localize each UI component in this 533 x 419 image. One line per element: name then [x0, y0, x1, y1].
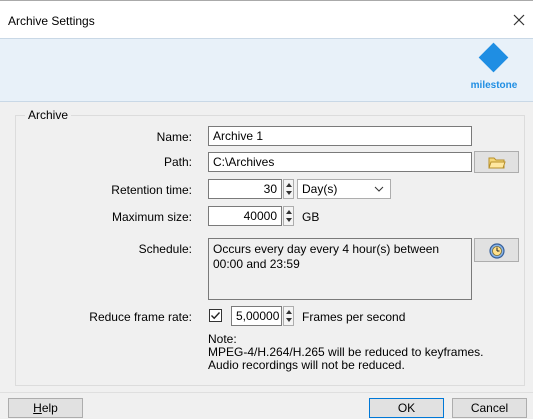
schedule-icon — [488, 243, 505, 259]
help-label-rest: elp — [41, 401, 58, 415]
frame-rate-spinner[interactable] — [283, 306, 294, 326]
logo-text: milestone — [470, 80, 518, 91]
max-size-spinner[interactable] — [283, 206, 294, 226]
path-field[interactable]: C:\Archives — [208, 152, 472, 172]
title-bar: Archive Settings — [0, 1, 533, 38]
spin-up-icon — [286, 210, 292, 214]
schedule-description: Occurs every day every 4 hour(s) between… — [208, 238, 472, 300]
note-line-2: Audio recordings will not be reduced. — [208, 358, 405, 372]
dialog-footer: Help OK Cancel — [0, 392, 533, 419]
spin-down-icon — [286, 191, 292, 195]
spin-down-icon — [286, 318, 292, 322]
chevron-down-icon — [374, 186, 384, 192]
path-label: Path: — [163, 155, 192, 169]
frame-rate-unit: Frames per second — [302, 310, 406, 324]
retention-spinner[interactable] — [283, 179, 294, 199]
max-size-unit: GB — [302, 210, 320, 224]
help-underlined-char: H — [33, 401, 42, 415]
header-banner: milestone — [0, 38, 533, 102]
name-label: Name: — [156, 130, 192, 144]
ok-button[interactable]: OK — [369, 398, 444, 418]
max-size-label: Maximum size: — [111, 210, 192, 224]
retention-unit-select[interactable]: Day(s) — [297, 179, 391, 199]
spin-up-icon — [286, 310, 292, 314]
reduce-frame-rate-label: Reduce frame rate: — [89, 310, 192, 324]
dialog-content: Archive Name: Archive 1 Path: C:\Archive… — [0, 102, 533, 392]
note-title: Note: — [208, 332, 237, 346]
milestone-logo: milestone — [468, 42, 520, 97]
close-icon — [513, 14, 525, 26]
browse-path-button[interactable] — [474, 151, 519, 173]
retention-label: Retention time: — [111, 183, 192, 197]
cancel-button[interactable]: Cancel — [452, 398, 527, 418]
schedule-button[interactable] — [474, 238, 519, 262]
retention-time-input[interactable]: 30 — [208, 179, 282, 199]
note-line-1: MPEG-4/H.264/H.265 will be reduced to ke… — [208, 345, 484, 359]
schedule-label: Schedule: — [138, 242, 192, 256]
group-title: Archive — [25, 108, 72, 122]
max-size-input[interactable]: 40000 — [208, 206, 282, 226]
name-field[interactable]: Archive 1 — [208, 126, 472, 146]
spin-down-icon — [286, 218, 292, 222]
window-title: Archive Settings — [8, 14, 95, 28]
reduce-frame-rate-checkbox[interactable] — [209, 309, 222, 322]
spin-up-icon — [286, 183, 292, 187]
logo-diamond-icon — [478, 42, 509, 73]
retention-unit-value: Day(s) — [302, 182, 338, 196]
close-button[interactable] — [509, 10, 529, 30]
folder-icon — [487, 157, 506, 169]
checkmark-icon — [211, 312, 221, 320]
frame-rate-input[interactable]: 5,00000 — [231, 306, 282, 326]
help-button[interactable]: Help — [8, 398, 83, 418]
